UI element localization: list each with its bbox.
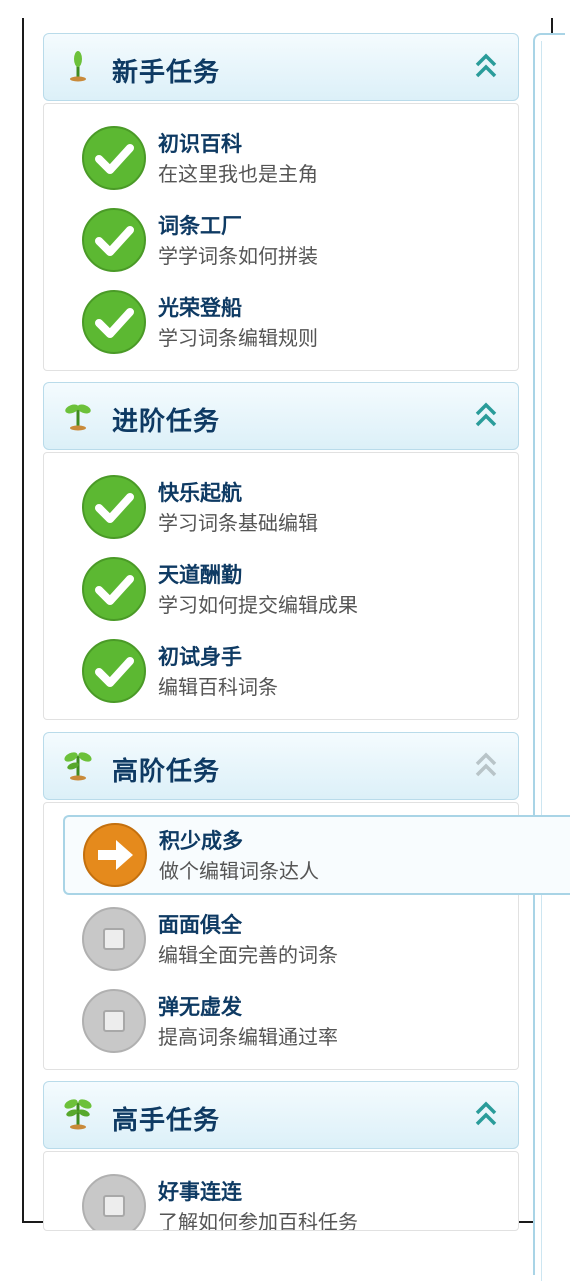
task-item[interactable]: 词条工厂 学学词条如何拼装 [44, 200, 520, 280]
section-high-level-tasks: 高阶任务 积少成多 做个编辑词条达人 面面俱全 编辑全面完善的词条 弹无虚发 提… [43, 732, 570, 1070]
task-desc: 编辑全面完善的词条 [158, 943, 338, 967]
task-title: 初试身手 [158, 645, 242, 669]
section-expert-tasks: 高手任务 好事连连 了解如何参加百科任务 [43, 1081, 519, 1231]
task-desc: 做个编辑词条达人 [159, 859, 319, 883]
task-item[interactable]: 光荣登船 学习词条编辑规则 [44, 282, 520, 362]
sprout-icon [70, 51, 86, 82]
task-title: 光荣登船 [158, 296, 242, 320]
locked-square-icon [82, 1174, 146, 1230]
young-plant-icon [64, 752, 92, 781]
task-item-active[interactable]: 积少成多 做个编辑词条达人 [63, 815, 570, 895]
collapse-chevron-icon[interactable] [472, 399, 500, 431]
task-desc: 编辑百科词条 [158, 675, 278, 699]
check-done-icon [82, 557, 146, 621]
check-done-icon [82, 208, 146, 272]
task-desc: 学学词条如何拼装 [158, 244, 318, 268]
task-desc: 提高词条编辑通过率 [158, 1025, 338, 1049]
section-title: 高阶任务 [112, 757, 221, 787]
task-item[interactable]: 好事连连 了解如何参加百科任务 [44, 1166, 518, 1231]
tree-icon [64, 1099, 92, 1130]
section-task-list: 好事连连 了解如何参加百科任务 [43, 1151, 519, 1231]
arrow-right-icon [83, 823, 147, 887]
task-title: 积少成多 [159, 829, 243, 853]
task-desc: 学习如何提交编辑成果 [158, 593, 358, 617]
task-title: 快乐起航 [158, 481, 242, 505]
task-item[interactable]: 初识百科 在这里我也是主角 [44, 118, 520, 198]
section-task-list: 积少成多 做个编辑词条达人 面面俱全 编辑全面完善的词条 弹无虚发 提高词条编辑… [43, 802, 570, 1070]
section-header[interactable]: 高阶任务 [43, 732, 519, 800]
content-panel-edge [533, 33, 565, 1275]
task-item[interactable]: 初试身手 编辑百科词条 [44, 631, 520, 711]
collapse-chevron-icon[interactable] [472, 50, 500, 82]
locked-square-icon [82, 907, 146, 971]
check-done-icon [82, 639, 146, 703]
task-item[interactable]: 弹无虚发 提高词条编辑通过率 [44, 981, 520, 1061]
task-desc: 学习词条编辑规则 [158, 326, 318, 350]
section-task-list: 快乐起航 学习词条基础编辑 天道酬勤 学习如何提交编辑成果 初试身手 编辑百科词… [43, 452, 519, 720]
section-task-list: 初识百科 在这里我也是主角 词条工厂 学学词条如何拼装 光荣登船 学习词条编辑规… [43, 103, 519, 371]
section-advanced-tasks: 进阶任务 快乐起航 学习词条基础编辑 天道酬勤 学习如何提交编辑成果 初试身手 … [43, 382, 519, 720]
content-panel-inner-edge [541, 41, 546, 1281]
task-desc: 学习词条基础编辑 [158, 511, 318, 535]
section-title: 新手任务 [112, 58, 221, 88]
task-title: 弹无虚发 [158, 995, 242, 1019]
task-title: 天道酬勤 [158, 563, 242, 587]
check-done-icon [82, 475, 146, 539]
task-desc: 在这里我也是主角 [158, 162, 318, 186]
section-newbie-tasks: 新手任务 初识百科 在这里我也是主角 词条工厂 学学词条如何拼装 光荣登船 学习… [43, 33, 519, 371]
task-title: 初识百科 [158, 132, 242, 156]
collapse-chevron-icon[interactable] [472, 749, 500, 781]
task-item[interactable]: 快乐起航 学习词条基础编辑 [44, 467, 520, 547]
check-done-icon [82, 126, 146, 190]
section-header[interactable]: 高手任务 [43, 1081, 519, 1149]
locked-square-icon [82, 989, 146, 1053]
section-header[interactable]: 进阶任务 [43, 382, 519, 450]
task-item[interactable]: 天道酬勤 学习如何提交编辑成果 [44, 549, 520, 629]
frame-left-border [22, 18, 24, 1223]
task-item[interactable]: 面面俱全 编辑全面完善的词条 [44, 899, 520, 979]
task-desc: 了解如何参加百科任务 [158, 1210, 358, 1231]
section-title: 进阶任务 [112, 407, 221, 437]
task-title: 好事连连 [158, 1180, 242, 1204]
seedling-icon [65, 404, 91, 431]
check-done-icon [82, 290, 146, 354]
task-title: 面面俱全 [158, 913, 242, 937]
collapse-chevron-icon[interactable] [472, 1098, 500, 1130]
section-header[interactable]: 新手任务 [43, 33, 519, 101]
task-title: 词条工厂 [158, 214, 242, 238]
section-title: 高手任务 [112, 1106, 221, 1136]
